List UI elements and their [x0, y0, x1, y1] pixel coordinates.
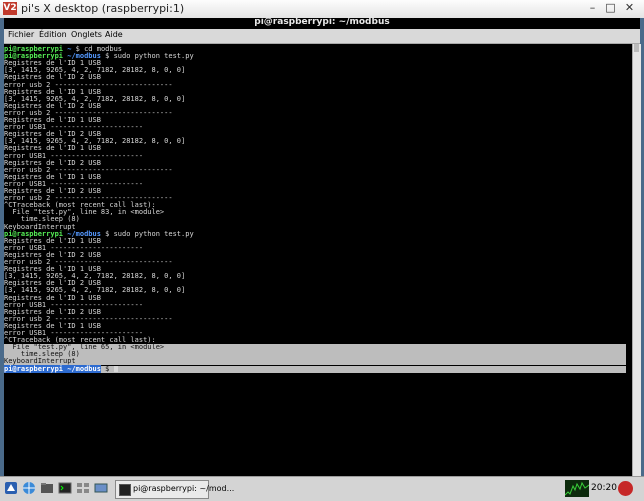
terminal-line: File "test.py", line 65, in <module>: [4, 344, 626, 352]
menu-start-icon[interactable]: [4, 481, 18, 495]
line-text: $ sudo python test.py: [100, 52, 194, 61]
terminal-icon: [119, 484, 131, 496]
terminal-launcher-icon[interactable]: [58, 481, 72, 495]
logout-icon[interactable]: [618, 481, 633, 496]
scrollbar-thumb[interactable]: [634, 44, 639, 52]
menu-fichier[interactable]: Fichier: [8, 30, 34, 39]
taskbar: pi@raspberrypi: ~/mod... 20:20: [0, 476, 644, 501]
line-text: $ sudo python test.py: [100, 229, 194, 238]
vnc-logo-icon: V2: [3, 2, 17, 15]
workspace-icon[interactable]: [94, 481, 108, 495]
taskbar-clock[interactable]: 20:20: [591, 483, 617, 493]
prompt-user: pi@raspberrypi: [4, 364, 64, 373]
terminal-line: File "test.py", line 83, in <module>: [4, 209, 626, 216]
menu-onglets[interactable]: Onglets: [71, 30, 102, 39]
terminal-line: time.sleep (8): [4, 216, 626, 223]
terminal-titlebar[interactable]: pi@raspberrypi: ~/modbus: [4, 17, 640, 28]
file-manager-icon[interactable]: [40, 481, 54, 495]
menu-edition[interactable]: Édition: [39, 30, 67, 39]
prompt-path: ~/modbus: [67, 364, 101, 373]
close-button[interactable]: ✕: [622, 1, 637, 15]
terminal-prompt-line: pi@raspberrypi ~/modbus $: [4, 364, 626, 373]
web-browser-icon[interactable]: [22, 481, 36, 495]
text-cursor: [113, 365, 118, 372]
remote-desktop: pi@raspberrypi: ~/modbus Fichier Édition…: [0, 17, 644, 478]
minimize-button[interactable]: –: [585, 1, 600, 15]
menu-aide[interactable]: Aide: [105, 30, 123, 39]
taskbar-terminal-button[interactable]: pi@raspberrypi: ~/mod...: [115, 480, 234, 499]
terminal-menubar: Fichier Édition Onglets Aide: [4, 29, 640, 44]
cpu-monitor-icon: [565, 480, 589, 497]
maximize-button[interactable]: □: [603, 1, 618, 15]
terminal-output[interactable]: pi@raspberrypi ~ $ cd modbus pi@raspberry…: [4, 44, 632, 476]
terminal-line: time.sleep (8): [4, 351, 626, 359]
desktop-switch-icon[interactable]: [76, 481, 90, 495]
line-text: $: [100, 364, 114, 373]
terminal-window: pi@raspberrypi: ~/modbus Fichier Édition…: [4, 17, 641, 478]
terminal-title: pi@raspberrypi: ~/modbus: [254, 17, 390, 27]
vnc-window-title: pi's X desktop (raspberrypi:1): [21, 2, 185, 15]
vnc-viewer-window: V2 pi's X desktop (raspberrypi:1) – □ ✕ …: [0, 0, 644, 501]
taskbar-task-label: pi@raspberrypi: ~/mod...: [133, 484, 235, 493]
terminal-scrollbar[interactable]: [632, 44, 641, 476]
